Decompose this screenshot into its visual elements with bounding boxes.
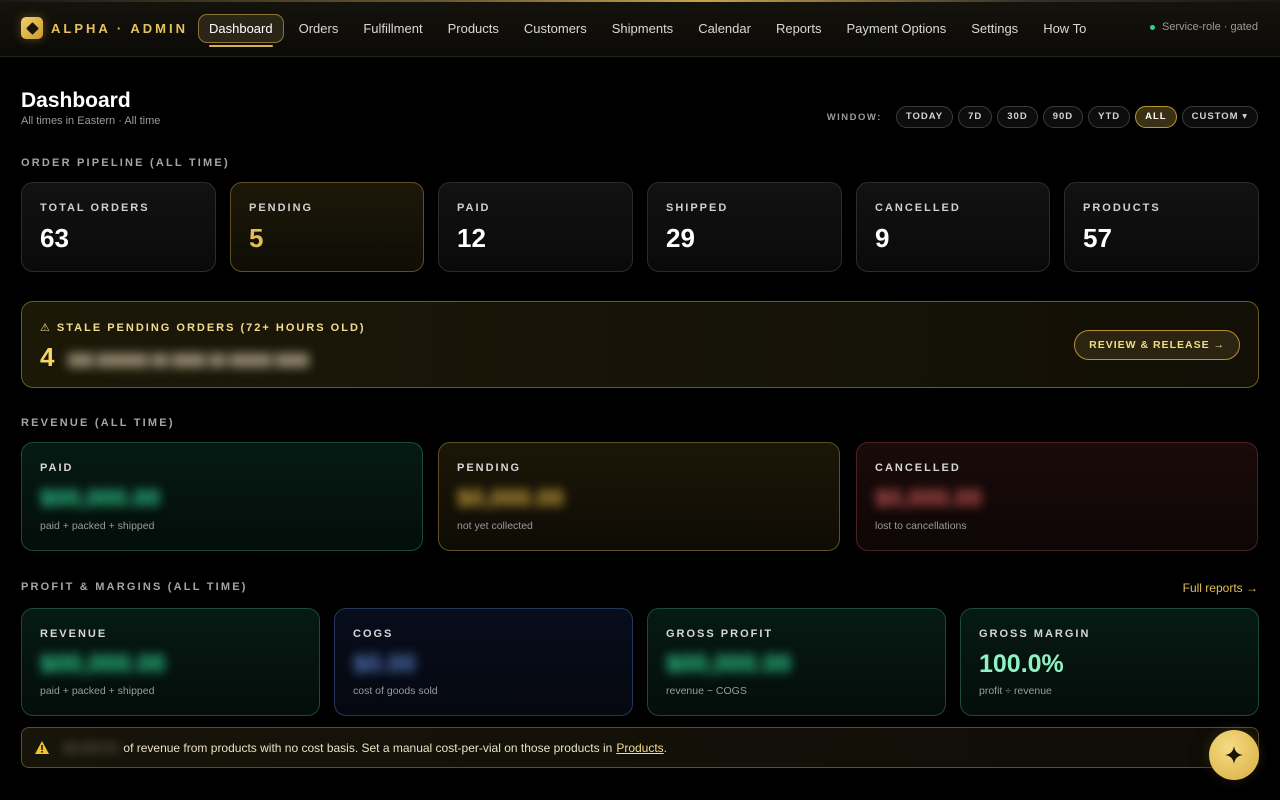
nav-item-settings[interactable]: Settings — [961, 14, 1028, 43]
section-label-revenue: REVENUE (ALL TIME) — [21, 417, 175, 429]
page-title: Dashboard — [21, 89, 131, 112]
window-chip-all[interactable]: ALL — [1135, 106, 1177, 128]
nav-item-reports[interactable]: Reports — [766, 14, 832, 43]
revenue-card-pending[interactable]: PENDING $0,000.00 not yet collected — [438, 442, 840, 551]
stat-card-products[interactable]: PRODUCTS 57 — [1064, 182, 1259, 272]
section-label-order-pipeline: ORDER PIPELINE (ALL TIME) — [21, 157, 230, 169]
nav-item-fulfillment[interactable]: Fulfillment — [353, 14, 432, 43]
profit-label: GROSS MARGIN — [979, 628, 1091, 640]
full-reports-link[interactable]: Full reports → — [1183, 581, 1258, 595]
gross-margin-value: 100.0% — [979, 650, 1064, 678]
top-navigation-bar: ALPHA · ADMIN Dashboard Orders Fulfillme… — [0, 0, 1280, 57]
status-dot-icon — [1150, 24, 1155, 30]
stat-label: PAID — [457, 202, 491, 214]
revenue-card-paid[interactable]: PAID $00,000.00 paid + packed + shipped — [21, 442, 423, 551]
revenue-card-cancelled[interactable]: CANCELLED $0,000.00 lost to cancellation… — [856, 442, 1258, 551]
window-chip-30d[interactable]: 30D — [997, 106, 1038, 128]
stat-value: 5 — [249, 223, 264, 253]
nav-item-how-to[interactable]: How To — [1033, 14, 1096, 43]
page-subtitle: All times in Eastern · All time — [21, 115, 161, 127]
nav-item-customers[interactable]: Customers — [514, 14, 597, 43]
profit-card-revenue[interactable]: REVENUE $00,000.00 paid + packed + shipp… — [21, 608, 320, 716]
warning-redacted-amount: $0,000.00 — [64, 740, 118, 755]
profit-card-gross-profit[interactable]: GROSS PROFIT $00,000.00 revenue − COGS — [647, 608, 946, 716]
assistant-fab-button[interactable] — [1209, 730, 1259, 780]
stat-value: 9 — [875, 223, 890, 253]
revenue-label: PAID — [40, 462, 74, 474]
stat-label: TOTAL ORDERS — [40, 202, 150, 214]
revenue-caption: paid + packed + shipped — [40, 520, 155, 532]
nav-item-dashboard[interactable]: Dashboard — [198, 14, 284, 47]
stale-pending-alert: ⚠ STALE PENDING ORDERS (72+ HOURS OLD) 4… — [21, 301, 1259, 388]
time-window-selector: WINDOW: TODAY 7D 30D 90D YTD ALL CUSTOM … — [827, 106, 1258, 128]
window-chip-custom[interactable]: CUSTOM ▾ — [1181, 106, 1258, 128]
stat-card-shipped[interactable]: SHIPPED 29 — [647, 182, 842, 272]
profit-value-redacted: $00,000.00 — [40, 650, 166, 678]
stat-label: PENDING — [249, 202, 314, 214]
service-status: Service-role · gated — [1150, 21, 1258, 33]
stat-value: 57 — [1083, 223, 1112, 253]
stat-card-pending[interactable]: PENDING 5 — [230, 182, 424, 272]
diamond-logo-icon — [21, 17, 43, 39]
profit-card-cogs[interactable]: COGS $0.00 cost of goods sold — [334, 608, 633, 716]
nav-item-calendar[interactable]: Calendar — [688, 14, 761, 43]
stale-pending-title: ⚠ STALE PENDING ORDERS (72+ HOURS OLD) — [40, 322, 366, 334]
nav-item-orders[interactable]: Orders — [289, 14, 349, 43]
revenue-value-redacted: $0,000.00 — [457, 485, 564, 512]
profit-label: GROSS PROFIT — [666, 628, 774, 640]
service-status-text: Service-role · gated — [1162, 21, 1258, 33]
window-label: WINDOW: — [826, 111, 882, 123]
stat-value: 29 — [666, 223, 695, 253]
revenue-value-redacted: $0,000.00 — [875, 485, 982, 512]
sparkle-icon — [1225, 746, 1243, 764]
profit-value-redacted: $00,000.00 — [666, 650, 792, 678]
nav-item-shipments[interactable]: Shipments — [602, 14, 683, 43]
profit-caption: cost of goods sold — [353, 685, 438, 697]
warning-triangle-icon — [34, 740, 50, 755]
review-release-button[interactable]: REVIEW & RELEASE → — [1074, 330, 1240, 360]
revenue-label: PENDING — [457, 462, 522, 474]
stat-label: PRODUCTS — [1083, 202, 1161, 214]
stat-label: SHIPPED — [666, 202, 729, 214]
nav-item-payment-options[interactable]: Payment Options — [836, 14, 956, 43]
window-chip-90d[interactable]: 90D — [1042, 106, 1084, 128]
section-label-profit-margins: PROFIT & MARGINS (ALL TIME) — [21, 581, 248, 593]
warning-text: of revenue from products with no cost ba… — [123, 740, 613, 755]
window-chip-today[interactable]: TODAY — [895, 106, 954, 128]
products-link[interactable]: Products — [616, 741, 663, 755]
revenue-label: CANCELLED — [875, 462, 961, 474]
revenue-caption: lost to cancellations — [875, 520, 967, 532]
warning-trailing: . — [663, 740, 668, 755]
window-chip-ytd[interactable]: YTD — [1088, 106, 1131, 128]
stat-card-total-orders[interactable]: TOTAL ORDERS 63 — [21, 182, 216, 272]
stat-value: 12 — [457, 223, 486, 253]
brand[interactable]: ALPHA · ADMIN — [21, 17, 188, 39]
main-nav: Dashboard Orders Fulfillment Products Cu… — [198, 14, 1101, 47]
profit-card-gross-margin[interactable]: GROSS MARGIN 100.0% profit ÷ revenue — [960, 608, 1259, 716]
nav-item-products[interactable]: Products — [438, 14, 509, 43]
profit-value-redacted: $0.00 — [353, 650, 416, 678]
revenue-caption: not yet collected — [457, 520, 533, 532]
stale-pending-count: 4 — [40, 342, 55, 372]
window-chip-7d[interactable]: 7D — [958, 106, 993, 128]
stat-label: CANCELLED — [875, 202, 961, 214]
stat-value: 63 — [40, 223, 69, 253]
profit-caption: profit ÷ revenue — [979, 685, 1052, 697]
revenue-value-redacted: $00,000.00 — [40, 485, 161, 512]
profit-label: REVENUE — [40, 628, 108, 640]
brand-name: ALPHA · ADMIN — [51, 20, 188, 36]
stat-card-paid[interactable]: PAID 12 — [438, 182, 633, 272]
stale-pending-redacted-detail: ███ ██████ ██ ████ ██ █████ ████ — [68, 353, 310, 367]
no-cost-basis-warning: $0,000.00 of revenue from products with … — [21, 727, 1259, 768]
stat-card-cancelled[interactable]: CANCELLED 9 — [856, 182, 1050, 272]
profit-label: COGS — [353, 628, 394, 640]
profit-caption: paid + packed + shipped — [40, 685, 155, 697]
profit-caption: revenue − COGS — [666, 685, 747, 697]
